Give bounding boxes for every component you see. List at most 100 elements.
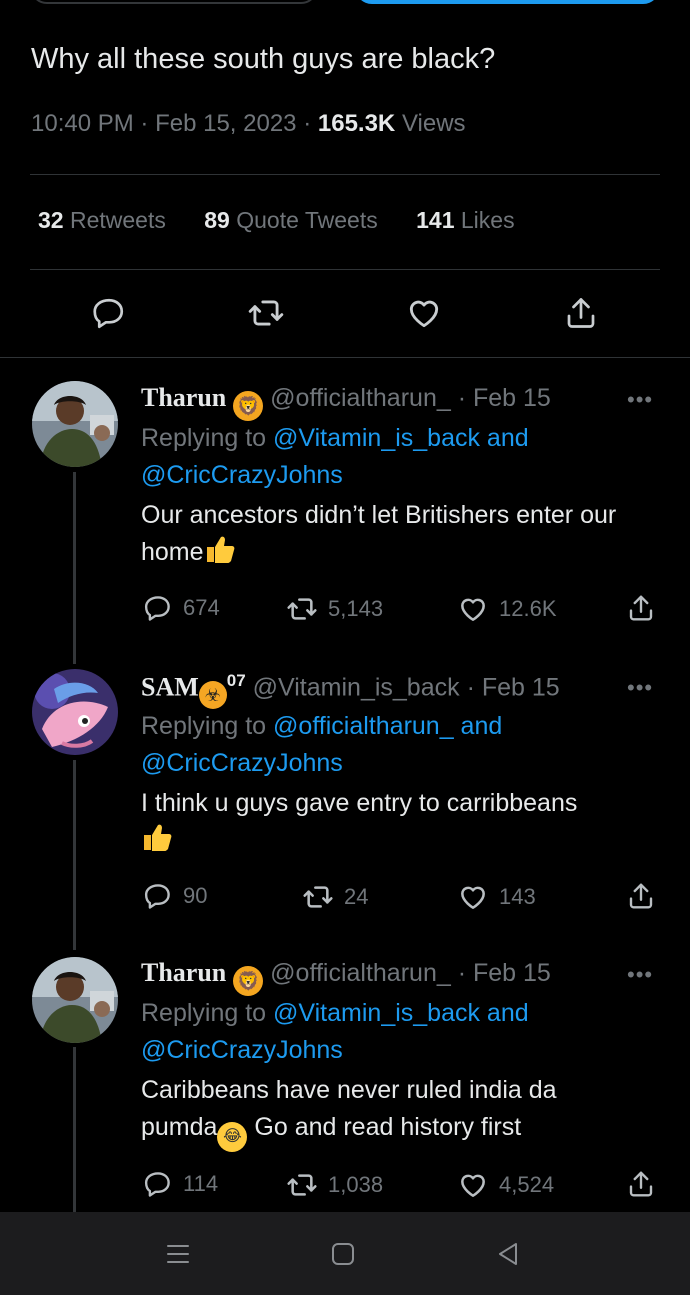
retweet-count: 5,143 [328,596,384,621]
reply-header: Tharun 🦁 @officialtharun_ · Feb 15 [141,383,551,421]
reply-header: Tharun 🦁 @officialtharun_ · Feb 15 [141,958,551,996]
retweet-icon[interactable] [246,293,286,333]
more-icon[interactable]: ••• [627,387,653,413]
lion-emoji: 🦁 [233,391,264,421]
thread-line [73,472,76,664]
tweet-text: Why all these south guys are black? [31,43,496,75]
tweet-stats: 32 Retweets 89 Quote Tweets 141 Likes [38,207,547,234]
views-label: Views [401,110,466,137]
like-count: 143 [499,884,536,909]
back-icon[interactable] [488,1238,528,1270]
heart-icon[interactable] [404,293,444,333]
retweet-button[interactable]: 24 [302,881,368,913]
share-icon [629,1171,653,1197]
reply-count: 90 [183,883,208,908]
reply-actions: 90 24 143 [0,881,690,915]
quotes-stat[interactable]: 89 Quote Tweets [204,207,377,233]
more-icon[interactable]: ••• [627,675,653,701]
retweet-icon [287,598,317,620]
reply-count: 114 [183,1171,219,1196]
retweet-button[interactable]: 5,143 [286,593,383,625]
thumbs-up-emoji [141,822,173,863]
retweet-count: 1,038 [328,1172,384,1197]
retweet-icon [287,1174,317,1196]
home-icon[interactable] [323,1238,363,1270]
heart-icon [461,1174,485,1197]
user-handle[interactable]: @officialtharun_ [270,959,451,987]
laughing-emoji: 😂 [217,1122,248,1152]
biohazard-icon: ☣ [198,681,227,710]
primary-button[interactable] [355,0,660,4]
share-button[interactable] [626,881,656,911]
reply-actions: 674 5,143 12.6K [0,593,690,627]
reply-date[interactable]: · Feb 15 [467,673,560,701]
heart-icon [461,598,485,621]
retweet-count: 24 [344,884,369,909]
reply-text: I think u guys gave entry to carribbeans [141,785,661,863]
thumbs-up-emoji [204,534,236,575]
reply-button[interactable]: 674 [143,593,220,623]
name-suffix: 07 [226,671,246,690]
tweet-action-bar [0,293,690,337]
reply-actions: 114 1,038 4,524 [0,1169,690,1203]
recent-apps-icon[interactable] [158,1238,198,1270]
display-name[interactable]: SAM [141,672,199,701]
tweet-date[interactable]: Feb 15, 2023 [155,110,296,137]
replying-to: Replying to @officialtharun_ and @CricCr… [141,712,503,777]
replying-to: Replying to @Vitamin_is_back and @CricCr… [141,999,529,1064]
retweets-stat[interactable]: 32 Retweets [38,207,166,233]
reply-date[interactable]: · Feb 15 [458,384,551,412]
user-handle[interactable]: @officialtharun_ [270,384,451,412]
outline-button[interactable] [30,0,318,4]
mention-link[interactable]: @officialtharun_ and [273,712,502,740]
mention-link[interactable]: @CricCrazyJohns [141,461,343,489]
thread-line [73,760,76,950]
views-count: 165.3K [317,110,396,137]
like-button[interactable]: 12.6K [457,593,557,625]
mention-link[interactable]: @CricCrazyJohns [141,1036,343,1064]
user-handle[interactable]: @Vitamin_is_back [253,673,460,701]
reply-date[interactable]: · Feb 15 [458,959,551,987]
retweet-icon [303,886,333,908]
avatar[interactable] [32,381,118,467]
divider [30,174,660,175]
reply-icon [144,1172,170,1197]
lion-emoji: 🦁 [233,966,264,996]
display-name[interactable]: Tharun [141,383,226,412]
like-button[interactable]: 4,524 [457,1169,554,1201]
share-button[interactable] [626,1169,656,1199]
system-nav-bar [0,1212,690,1295]
share-icon [629,595,653,621]
mention-link[interactable]: @Vitamin_is_back and [273,999,529,1027]
reply-header: SAM ☣07 @Vitamin_is_back · Feb 15 [141,671,560,710]
mention-link[interactable]: @CricCrazyJohns [141,749,343,777]
retweet-button[interactable]: 1,038 [286,1169,383,1201]
like-count: 12.6K [499,596,557,621]
like-button[interactable]: 143 [457,881,536,913]
heart-icon [461,886,485,909]
like-count: 4,524 [499,1172,555,1197]
mention-link[interactable]: @Vitamin_is_back and [273,424,529,452]
tweet-time[interactable]: 10:40 PM [31,110,134,137]
reply-button[interactable]: 90 [143,881,207,911]
tweet-meta: 10:40 PM · Feb 15, 2023 · 165.3K Views [31,110,466,137]
reply-text: Our ancestors didn’t let Britishers ente… [141,497,661,575]
divider [30,269,660,270]
more-icon[interactable]: ••• [627,962,653,988]
reply-icon [144,596,170,621]
share-icon[interactable] [561,293,601,333]
reply-text: Caribbeans have never ruled india da pum… [141,1072,661,1152]
share-button[interactable] [626,593,656,623]
avatar[interactable] [32,957,118,1043]
avatar[interactable] [32,669,118,755]
divider [0,357,690,358]
reply-button[interactable]: 114 [143,1169,218,1199]
reply-icon [144,884,170,909]
reply-count: 674 [183,595,220,620]
top-buttons [0,0,690,4]
reply-icon[interactable] [89,293,129,333]
replying-to: Replying to @Vitamin_is_back and @CricCr… [141,424,529,489]
display-name[interactable]: Tharun [141,958,226,987]
share-icon [629,883,653,909]
likes-stat[interactable]: 141 Likes [416,207,514,233]
